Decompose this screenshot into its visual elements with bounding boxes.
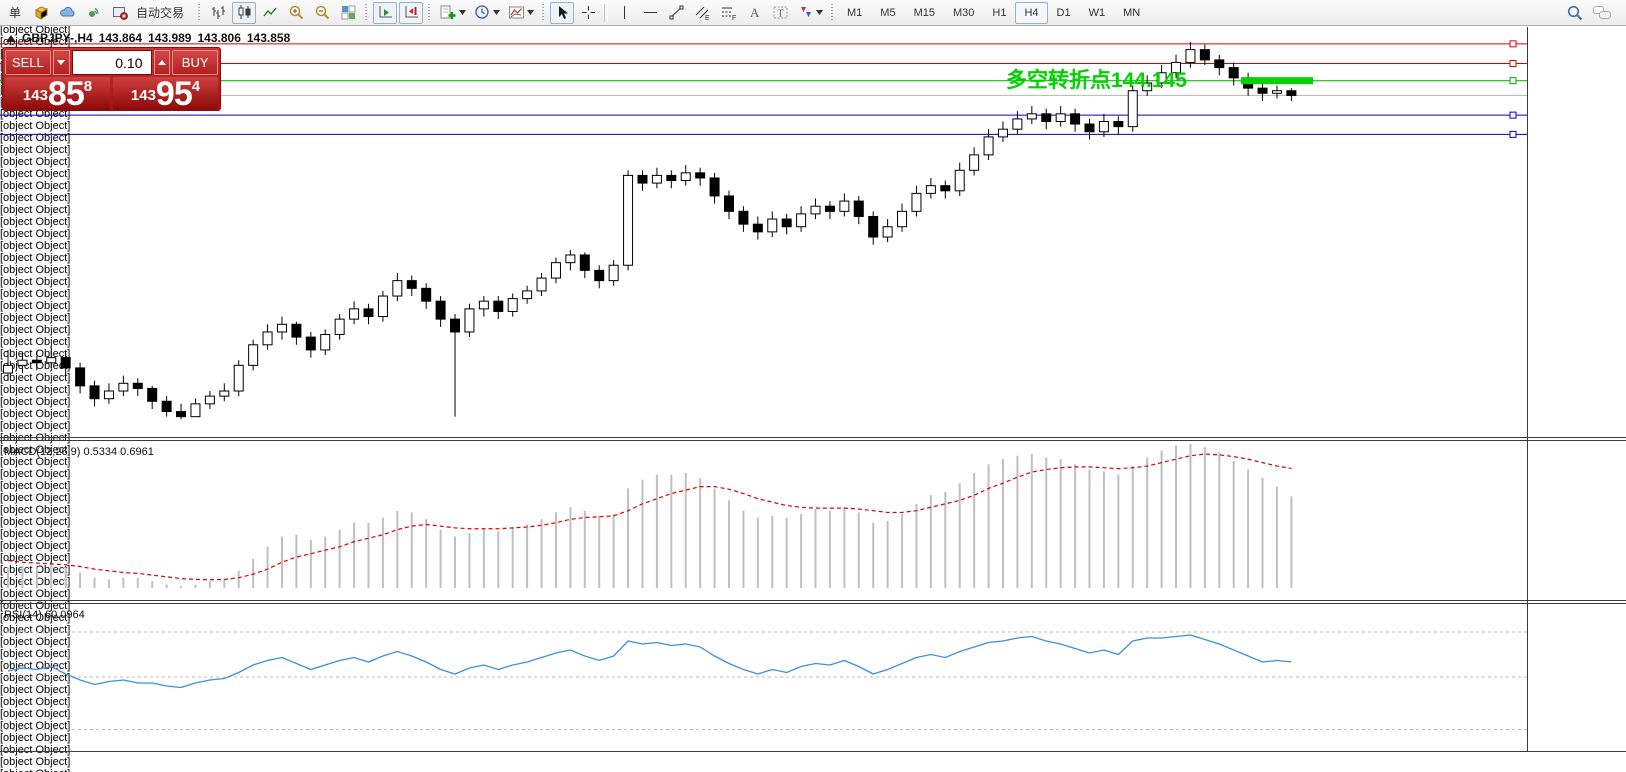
volume-input[interactable] [72,50,152,75]
line-chart-icon[interactable] [258,2,282,24]
timeframe-d1[interactable]: D1 [1048,2,1080,24]
price-axis-frame [1527,27,1528,751]
candlesticks-icon[interactable] [232,2,256,24]
zoom-out-icon[interactable] [310,2,334,24]
macd-label: MACD(12,26,9) 0.5334 0.6961 [4,446,154,458]
templates-button[interactable] [505,2,537,24]
vertical-line-tool[interactable] [612,2,636,24]
crosshair-tool[interactable] [576,2,600,24]
search-icon[interactable] [1563,2,1587,24]
timeframe-m30[interactable]: M30 [944,2,983,24]
true: [object Object] [0,756,1626,768]
chevron-down-icon [493,10,500,15]
rsi-pane-canvas[interactable] [0,604,1527,751]
equidistant-channel-tool[interactable]: E [690,2,714,24]
autotrading-label: 自动交易 [132,4,188,21]
chevron-down-icon [816,10,823,15]
macd-pane-canvas[interactable] [0,441,1527,599]
caret-down-icon [57,60,65,65]
sell-button[interactable]: SELL [5,50,51,75]
timeframe-w1[interactable]: W1 [1080,2,1115,24]
timeframe-toolbar: M1M5M15M30H1H4D1W1MN [838,2,1149,24]
pane-separator[interactable] [0,600,1626,601]
timeframe-h1[interactable]: H1 [983,2,1015,24]
text-label-tool[interactable]: T [768,2,792,24]
community-icon[interactable] [55,2,79,24]
svg-text:A: A [750,5,760,20]
horizontal-line-tool[interactable] [638,2,662,24]
toolbar-grip [196,4,203,22]
chevron-down-icon [459,10,466,15]
chart-annotation-text[interactable]: 多空转折点144.145 [1006,64,1187,94]
toolbar: 单 自动交易 [0,0,1626,26]
new-order-button[interactable]: 单 [3,2,27,24]
sell-price-display[interactable]: 143858 [5,77,110,110]
periods-button[interactable] [471,2,503,24]
pane-separator[interactable] [0,603,1626,604]
fibonacci-tool[interactable]: F [716,2,740,24]
timeframe-h4[interactable]: H4 [1015,2,1047,24]
timeframe-m5[interactable]: M5 [871,2,904,24]
main-chart-canvas[interactable] [0,27,1527,437]
chevron-down-icon [527,10,534,15]
bar-chart-icon[interactable] [206,2,230,24]
false: [object Object] [0,768,1626,772]
mt4-window: 单 自动交易 [0,0,1626,772]
toolbar-separator [604,4,608,22]
tile-windows-icon[interactable] [336,2,360,24]
rsi-label: RSI(14) 60.0964 [4,609,85,621]
metaeditor-icon[interactable] [29,2,53,24]
svg-text:F: F [732,15,736,21]
auto-scroll-icon[interactable] [373,2,397,24]
add-indicator-button[interactable] [436,2,469,24]
cursor-tool[interactable] [550,2,574,24]
signals-icon[interactable] [81,2,105,24]
buy-price-display[interactable]: 143954 [113,77,218,110]
chart-shift-icon[interactable] [399,2,423,24]
toolbar-grip [540,4,547,22]
chart-bottom-frame [0,751,1626,752]
caret-up-icon [158,60,166,65]
pane-separator[interactable] [0,437,1626,438]
zoom-in-icon[interactable] [284,2,308,24]
volume-increase-button[interactable] [154,50,171,75]
timeframe-m15[interactable]: M15 [905,2,944,24]
arrows-tool[interactable] [794,2,826,24]
timeframe-mn[interactable]: MN [1114,2,1149,24]
pane-separator[interactable] [0,440,1626,441]
toolbar-grip [363,4,370,22]
false: [object Object] [1529,312,1595,325]
svg-text:T: T [777,9,783,20]
trendline-tool[interactable] [664,2,688,24]
toolbar-grip [426,4,433,22]
toolbar-grip [829,4,836,22]
buy-button[interactable]: BUY [172,50,218,75]
volume-decrease-button[interactable] [53,50,70,75]
text-tool[interactable]: A [742,2,766,24]
svg-text:E: E [705,15,710,21]
autotrading-button[interactable]: 自动交易 [107,2,193,24]
one-click-trading-panel: SELL BUY 143858 143954 [2,47,221,111]
chat-icon[interactable] [1589,2,1615,24]
timeframe-m1[interactable]: M1 [838,2,871,24]
